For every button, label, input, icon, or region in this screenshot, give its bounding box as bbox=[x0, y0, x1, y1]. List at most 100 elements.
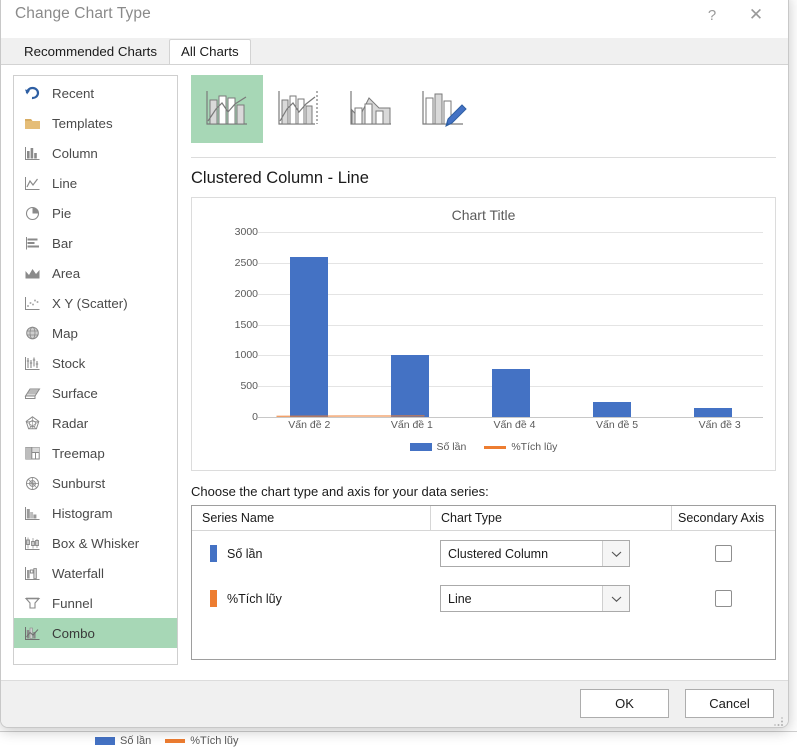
pie-icon bbox=[23, 204, 41, 222]
dialog-footer: OK Cancel bbox=[1, 681, 788, 728]
background-legend-item-tich-luy: %Tích lũy bbox=[165, 735, 238, 747]
column-header-secondary-axis: Secondary Axis bbox=[671, 506, 775, 530]
sidebar-item-funnel[interactable]: Funnel bbox=[14, 588, 177, 618]
dialog-titlebar: Change Chart Type ? ✕ bbox=[1, 0, 788, 38]
ok-button[interactable]: OK bbox=[580, 689, 669, 718]
chart-options-pane: Clustered Column - Line Chart Title bbox=[191, 75, 776, 665]
sidebar-item-label: Column bbox=[52, 146, 98, 161]
map-icon bbox=[23, 324, 41, 342]
chart-type-value: Clustered Column bbox=[441, 547, 602, 561]
sidebar-item-radar[interactable]: Radar bbox=[14, 408, 177, 438]
sidebar-item-line[interactable]: Line bbox=[14, 168, 177, 198]
sidebar-item-sunburst[interactable]: Sunburst bbox=[14, 468, 177, 498]
bar bbox=[290, 257, 328, 417]
bar-slot bbox=[662, 232, 763, 417]
sidebar-item-label: Box & Whisker bbox=[52, 536, 139, 551]
thumbnail-clustered-column-line[interactable] bbox=[191, 75, 263, 143]
sidebar-item-waterfall[interactable]: Waterfall bbox=[14, 558, 177, 588]
sidebar-item-label: Treemap bbox=[52, 446, 105, 461]
secondary-axis-checkbox-tich-luy[interactable] bbox=[715, 590, 732, 607]
series-name-label: %Tích lũy bbox=[227, 592, 282, 606]
sidebar-item-label: Pie bbox=[52, 206, 71, 221]
series-color-marker-icon bbox=[210, 545, 217, 562]
chart-type-dropdown-tich-luy[interactable]: Line bbox=[440, 585, 630, 612]
series-name-cell: %Tích lũy bbox=[192, 590, 430, 607]
sidebar-item-histogram[interactable]: Histogram bbox=[14, 498, 177, 528]
tab-all-charts[interactable]: All Charts bbox=[169, 39, 251, 64]
chart-preview: Chart Title 3000 2500 200 bbox=[191, 197, 776, 471]
column-header-series-name: Series Name bbox=[192, 511, 430, 525]
cancel-button[interactable]: Cancel bbox=[685, 689, 774, 718]
sidebar-item-area[interactable]: Area bbox=[14, 258, 177, 288]
x-tick-label: Vấn đề 3 bbox=[668, 419, 771, 431]
sidebar-item-recent[interactable]: Recent bbox=[14, 78, 177, 108]
sidebar-item-label: Funnel bbox=[52, 596, 93, 611]
y-tick-label: 2500 bbox=[198, 257, 258, 269]
chart-type-cell: Line bbox=[430, 585, 671, 612]
sidebar-item-surface[interactable]: Surface bbox=[14, 378, 177, 408]
series-table-header: Series Name Chart Type Secondary Axis bbox=[192, 506, 775, 531]
sidebar-item-column[interactable]: Column bbox=[14, 138, 177, 168]
y-tick-label: 1500 bbox=[198, 319, 258, 331]
chart-type-cell: Clustered Column bbox=[430, 540, 671, 567]
chart-subtype-thumbnails bbox=[191, 75, 776, 158]
y-tick-label: 1000 bbox=[198, 349, 258, 361]
resize-grip[interactable] bbox=[773, 714, 784, 725]
sidebar-item-label: Area bbox=[52, 266, 80, 281]
sidebar-item-scatter[interactable]: X Y (Scatter) bbox=[14, 288, 177, 318]
y-tick-label: 2000 bbox=[198, 288, 258, 300]
chart-legend: Số lần %Tích lũy bbox=[192, 441, 775, 453]
x-tick-label: Vấn đề 2 bbox=[258, 419, 361, 431]
plot-wrapper: 3000 2500 2000 1500 1000 500 0 bbox=[192, 232, 767, 417]
thumbnail-custom-combination[interactable] bbox=[407, 75, 479, 143]
sidebar-item-label: Bar bbox=[52, 236, 73, 251]
sidebar-item-templates[interactable]: Templates bbox=[14, 108, 177, 138]
series-color-marker-icon bbox=[210, 590, 217, 607]
column-series bbox=[258, 232, 763, 417]
sidebar-item-label: Line bbox=[52, 176, 77, 191]
tab-bar: Recommended ChartsAll Charts bbox=[1, 38, 788, 65]
close-icon[interactable]: ✕ bbox=[736, 0, 776, 32]
combo-icon bbox=[23, 624, 41, 642]
dialog-body: Recent Templates Column Line bbox=[1, 65, 788, 681]
bar bbox=[492, 369, 530, 417]
thumbnail-clustered-column-line-secondary-axis[interactable] bbox=[263, 75, 335, 143]
funnel-icon bbox=[23, 594, 41, 612]
plot-area: 3000 2500 2000 1500 1000 500 0 bbox=[258, 232, 763, 417]
change-chart-type-dialog: Change Chart Type ? ✕ Recommended Charts… bbox=[0, 0, 789, 728]
x-tick-label: Vấn đề 4 bbox=[463, 419, 566, 431]
box-whisker-icon bbox=[23, 534, 41, 552]
sidebar-item-map[interactable]: Map bbox=[14, 318, 177, 348]
secondary-axis-checkbox-so-lan[interactable] bbox=[715, 545, 732, 562]
legend-swatch-column-icon bbox=[95, 737, 115, 745]
bar-slot bbox=[460, 232, 561, 417]
sidebar-item-bar[interactable]: Bar bbox=[14, 228, 177, 258]
background-legend-label-1: Số lần bbox=[120, 735, 151, 747]
sidebar-item-label: Waterfall bbox=[52, 566, 104, 581]
chevron-down-icon bbox=[602, 541, 629, 566]
column-header-chart-type: Chart Type bbox=[430, 506, 671, 530]
sidebar-item-label: X Y (Scatter) bbox=[52, 296, 128, 311]
sidebar-item-treemap[interactable]: Treemap bbox=[14, 438, 177, 468]
bar bbox=[694, 408, 732, 417]
y-tick-label: 500 bbox=[198, 380, 258, 392]
sidebar-item-stock[interactable]: Stock bbox=[14, 348, 177, 378]
sidebar-item-label: Combo bbox=[52, 626, 95, 641]
help-icon[interactable]: ? bbox=[692, 0, 732, 32]
templates-icon bbox=[23, 114, 41, 132]
sidebar-item-combo[interactable]: Combo bbox=[14, 618, 177, 648]
table-row: Số lần Clustered Column bbox=[192, 531, 775, 576]
bar-slot bbox=[359, 232, 460, 417]
chart-type-dropdown-so-lan[interactable]: Clustered Column bbox=[440, 540, 630, 567]
tab-recommended-charts[interactable]: Recommended Charts bbox=[12, 39, 169, 64]
bar-slot bbox=[258, 232, 359, 417]
sidebar-item-pie[interactable]: Pie bbox=[14, 198, 177, 228]
thumbnail-stacked-area-clustered-column[interactable] bbox=[335, 75, 407, 143]
sidebar-item-label: Radar bbox=[52, 416, 88, 431]
chart-title: Chart Title bbox=[192, 207, 775, 223]
legend-swatch-line-icon bbox=[484, 446, 506, 449]
sidebar-item-label: Surface bbox=[52, 386, 98, 401]
sidebar-item-box-whisker[interactable]: Box & Whisker bbox=[14, 528, 177, 558]
scatter-icon bbox=[23, 294, 41, 312]
x-tick-label: Vấn đề 5 bbox=[566, 419, 669, 431]
